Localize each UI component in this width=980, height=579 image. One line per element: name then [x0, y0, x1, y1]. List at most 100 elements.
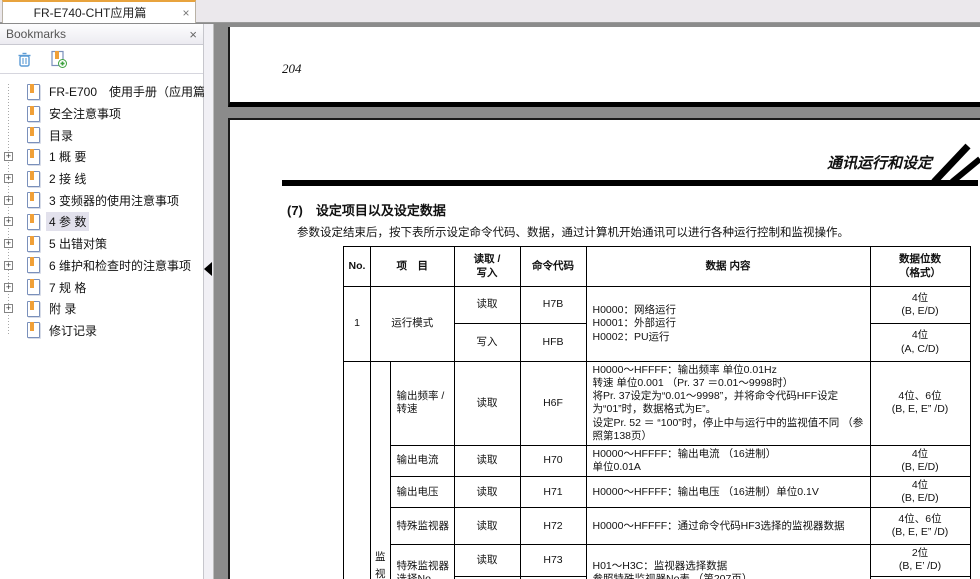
- bookmark-page-icon: [27, 84, 40, 100]
- bookmark-label: 5 出错对策: [46, 234, 110, 253]
- bookmark-item[interactable]: +3 变频器的使用注意事项: [0, 189, 203, 211]
- table-cell: 4位、6位 (B, E, E” /D): [870, 508, 970, 545]
- bookmark-page-icon: [27, 257, 40, 273]
- bookmark-item[interactable]: 目录: [0, 124, 203, 146]
- bookmark-page-icon: [27, 106, 40, 122]
- table-cell: 特殊监视器 选择No.: [390, 545, 454, 579]
- table-header-cell: 命令代码: [520, 247, 586, 287]
- table-cell: H0000～HFFFF：输出电压 （16进制）单位0.1V: [586, 477, 870, 508]
- table-row: 2监 视 器输出频率 / 转速读取H6FH0000～HFFFF：输出频率 单位0…: [344, 362, 971, 446]
- bookmark-label: 目录: [46, 126, 76, 145]
- bookmark-page-icon: [27, 279, 40, 295]
- table-header-cell: 数据 内容: [586, 247, 870, 287]
- bookmark-label: 安全注意事项: [46, 104, 124, 123]
- table-cell: 写入: [454, 324, 520, 362]
- table-cell: H0000：网络运行 H0001：外部运行 H0002：PU运行: [586, 287, 870, 362]
- bookmark-label: 附 录: [46, 299, 79, 318]
- table-cell: 读取: [454, 545, 520, 576]
- table-row: 特殊监视器 选择No.读取H73H01～H3C：监视器选择数据 参照特殊监视器N…: [344, 545, 971, 576]
- page-number: 204: [282, 61, 302, 77]
- collapse-panel-icon[interactable]: [204, 262, 212, 276]
- table-header-cell: 读取 / 写入: [454, 247, 520, 287]
- table-row: 特殊监视器读取H72H0000～HFFFF：通过命令代码HF3选择的监视器数据4…: [344, 508, 971, 545]
- tab-close-icon[interactable]: ×: [177, 6, 195, 20]
- expand-plus-icon[interactable]: +: [4, 152, 13, 161]
- table-body: 1运行模式读取H7BH0000：网络运行 H0001：外部运行 H0002：PU…: [344, 287, 971, 579]
- bookmark-page-icon: [27, 192, 40, 208]
- bookmark-list: FR-E700 使用手册（应用篇）安全注意事项目录+1 概 要+2 接 线+3 …: [0, 74, 203, 341]
- table-cell: 特殊监视器: [390, 508, 454, 545]
- expand-plus-icon[interactable]: +: [4, 239, 13, 248]
- table-cell: 读取: [454, 508, 520, 545]
- expand-plus-icon[interactable]: +: [4, 304, 13, 313]
- chapter-header: 通讯运行和设定: [282, 152, 932, 173]
- bookmarks-header: Bookmarks ×: [0, 24, 203, 45]
- table-cell: H72: [520, 508, 586, 545]
- delete-bookmark-button[interactable]: [14, 49, 34, 69]
- table-cell: 4位 (B, E/D): [870, 287, 970, 324]
- settings-table: No.项 目读取 / 写入命令代码数据 内容数据位数 （格式） 1运行模式读取H…: [343, 246, 971, 579]
- bookmark-label: 4 参 数: [46, 212, 89, 231]
- document-tab[interactable]: FR-E740-CHT应用篇 ×: [2, 0, 196, 23]
- table-header-cell: 数据位数 （格式）: [870, 247, 970, 287]
- expand-plus-icon[interactable]: +: [4, 196, 13, 205]
- bookmark-page-icon: [27, 322, 40, 338]
- table-cell: H6F: [520, 362, 586, 446]
- bookmark-label: 修订记录: [46, 321, 100, 340]
- table-cell: H71: [520, 477, 586, 508]
- bookmark-page-icon: [27, 236, 40, 252]
- add-bookmark-button[interactable]: [48, 49, 68, 69]
- table-cell: H01～H3C：监视器选择数据 参照特殊监视器No表 （第207页）: [586, 545, 870, 579]
- table-cell: H0000～HFFFF：输出频率 单位0.01Hz 转速 单位0.001 （Pr…: [586, 362, 870, 446]
- pdf-page-current: 通讯运行和设定 (7) 设定项目以及设定数据 参数设定结束后，按下表所示设定命令…: [228, 118, 980, 579]
- table-cell: 1: [344, 287, 371, 362]
- table-cell: 读取: [454, 362, 520, 446]
- bookmarks-panel: Bookmarks × FR-E700 使用手册（应用篇）安全注意事项目录+1: [0, 24, 204, 579]
- bookmark-label: FR-E700 使用手册（应用篇）: [46, 82, 220, 101]
- bookmark-label: 3 变频器的使用注意事项: [46, 191, 182, 210]
- bookmark-page-icon: [27, 149, 40, 165]
- bookmarks-title: Bookmarks: [6, 27, 189, 41]
- bookmark-item[interactable]: FR-E700 使用手册（应用篇）: [0, 81, 203, 103]
- table-head: No.项 目读取 / 写入命令代码数据 内容数据位数 （格式）: [344, 247, 971, 287]
- table-header-row: No.项 目读取 / 写入命令代码数据 内容数据位数 （格式）: [344, 247, 971, 287]
- bookmark-item[interactable]: +4 参 数: [0, 211, 203, 233]
- bookmark-item[interactable]: + 附 录: [0, 298, 203, 320]
- section-heading: (7) 设定项目以及设定数据: [287, 200, 446, 219]
- expand-plus-icon[interactable]: +: [4, 217, 13, 226]
- bookmark-page-icon: [27, 171, 40, 187]
- bookmark-item[interactable]: +2 接 线: [0, 168, 203, 190]
- chapter-rule: [282, 180, 978, 186]
- bookmark-item[interactable]: +5 出错对策: [0, 233, 203, 255]
- expand-plus-icon[interactable]: +: [4, 174, 13, 183]
- table-cell: 输出频率 / 转速: [390, 362, 454, 446]
- bookmark-item[interactable]: 安全注意事项: [0, 103, 203, 125]
- table-cell: 监 视 器: [371, 362, 391, 579]
- table-cell: H73: [520, 545, 586, 576]
- bookmark-item[interactable]: +7 规 格: [0, 276, 203, 298]
- expand-plus-icon[interactable]: +: [4, 283, 13, 292]
- bookmark-label: 6 维护和检查时的注意事项: [46, 256, 194, 275]
- table-cell: 运行模式: [371, 287, 455, 362]
- panel-splitter[interactable]: [204, 24, 214, 579]
- bookmark-item[interactable]: +6 维护和检查时的注意事项: [0, 255, 203, 277]
- table-cell: 读取: [454, 287, 520, 324]
- table-header-cell: No.: [344, 247, 371, 287]
- bookmark-label: 1 概 要: [46, 147, 89, 166]
- table-row: 1运行模式读取H7BH0000：网络运行 H0001：外部运行 H0002：PU…: [344, 287, 971, 324]
- add-bookmark-icon: [49, 50, 67, 68]
- table-cell: 4位 (A, C/D): [870, 324, 970, 362]
- table-cell: H0000～HFFFF：通过命令代码HF3选择的监视器数据: [586, 508, 870, 545]
- document-canvas: 204 通讯运行和设定 (7) 设定项目以及设定数据 参数设定结束后，按下表所示…: [214, 24, 980, 579]
- table-cell: 2位 (B, E’ /D): [870, 545, 970, 576]
- table-cell: 2: [344, 362, 371, 579]
- table-cell: 读取: [454, 477, 520, 508]
- bookmark-item[interactable]: +1 概 要: [0, 146, 203, 168]
- bookmarks-close-icon[interactable]: ×: [189, 27, 197, 42]
- pdf-page-previous: 204: [228, 27, 980, 107]
- expand-plus-icon[interactable]: +: [4, 261, 13, 270]
- table-cell: 4位 (B, E/D): [870, 445, 970, 476]
- bookmark-item[interactable]: 修订记录: [0, 320, 203, 342]
- tab-bar: FR-E740-CHT应用篇 ×: [0, 0, 980, 23]
- table-cell: HFB: [520, 324, 586, 362]
